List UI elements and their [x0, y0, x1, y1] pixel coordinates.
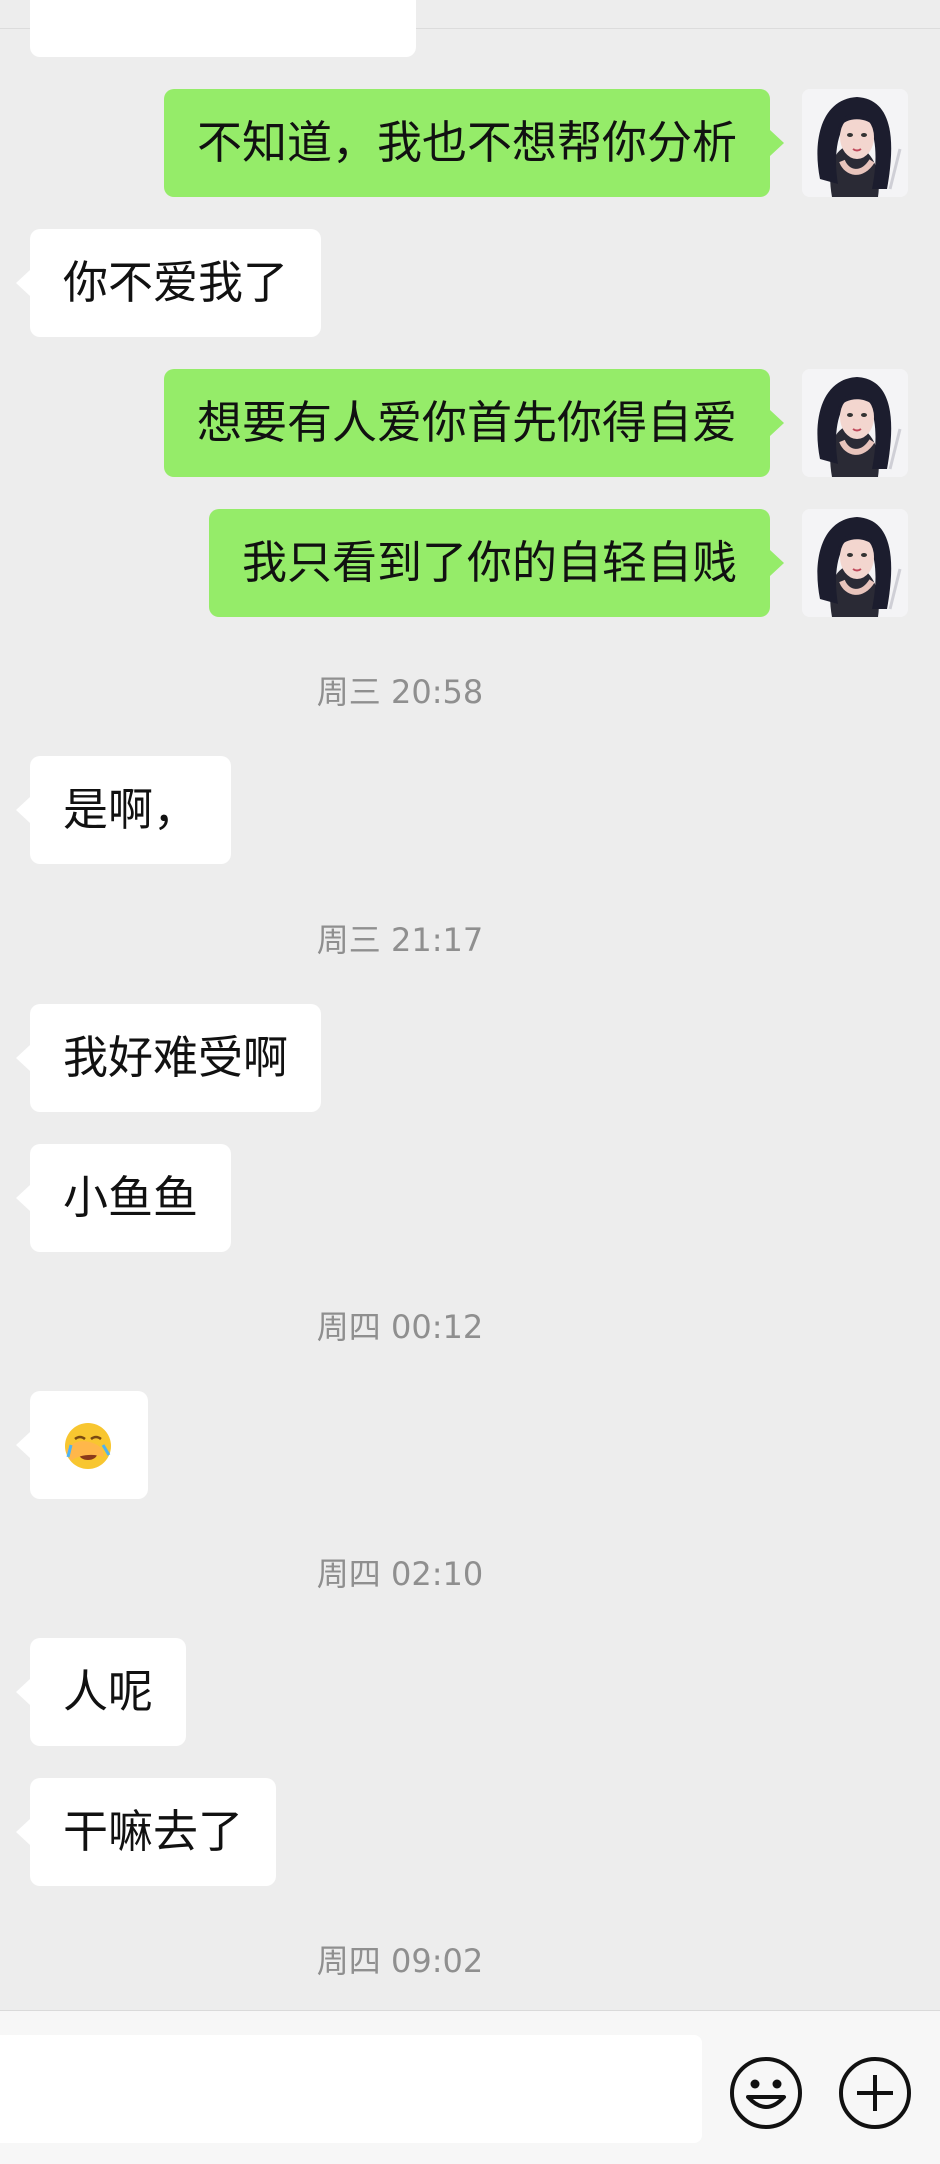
message-text: 我好难受啊: [63, 1031, 289, 1084]
message-bubble-incoming[interactable]: 小鱼鱼: [15, 1144, 232, 1252]
avatar-image-icon: [802, 369, 908, 477]
face-palm-emoji-icon: [65, 1423, 111, 1469]
message-text: 人呢: [63, 1665, 154, 1718]
timestamp: 周三 20:58: [316, 673, 484, 711]
avatar-image-icon: [802, 89, 908, 197]
message-text: 我只看到了你的自轻自贱: [241, 536, 737, 589]
user-avatar[interactable]: [802, 369, 908, 477]
message-bubble-outgoing[interactable]: 我只看到了你的自轻自贱: [208, 509, 785, 617]
timestamp: 周四 02:10: [316, 1555, 484, 1593]
plus-icon[interactable]: [837, 2055, 913, 2131]
avatar-image-icon: [802, 509, 908, 617]
message-bubble-outgoing[interactable]: 想要有人爱你首先你得自爱: [163, 369, 785, 477]
message-text: 想要有人爱你首先你得自爱: [196, 396, 737, 449]
message-bubble-incoming[interactable]: 我好难受啊: [15, 1004, 322, 1112]
user-avatar[interactable]: [802, 89, 908, 197]
message-bubble-incoming[interactable]: [16, 1391, 148, 1499]
message-bubble-incoming[interactable]: 干嘛去了: [15, 1778, 277, 1886]
message-bubble-outgoing[interactable]: 不知道，我也不想帮你分析: [163, 89, 785, 197]
emoji-icon[interactable]: [728, 2055, 804, 2131]
timestamp: 周四 09:02: [316, 1942, 484, 1980]
message-bubble-incoming[interactable]: 人呢: [15, 1638, 187, 1746]
message-text: 干嘛去了: [63, 1805, 244, 1858]
message-text: 小鱼鱼: [63, 1171, 199, 1224]
message-bubble-incoming[interactable]: 你不爱我了: [15, 229, 322, 337]
timestamp: 周三 21:17: [316, 921, 484, 959]
user-avatar[interactable]: [802, 509, 908, 617]
message-bubble-partial[interactable]: [30, 0, 416, 57]
timestamp: 周四 00:12: [316, 1308, 484, 1346]
chat-input-bar: [0, 2010, 940, 2164]
message-input[interactable]: [0, 2035, 702, 2143]
message-text: 你不爱我了: [63, 256, 289, 309]
message-text: 是啊，: [63, 783, 199, 836]
message-text: 不知道，我也不想帮你分析: [196, 116, 737, 169]
message-bubble-incoming[interactable]: 是啊，: [15, 756, 232, 864]
chat-message-list[interactable]: 不知道，我也不想帮你分析 你不爱我了 想要有人爱你首先你得自爱 我只看到了你的自…: [0, 0, 940, 2010]
